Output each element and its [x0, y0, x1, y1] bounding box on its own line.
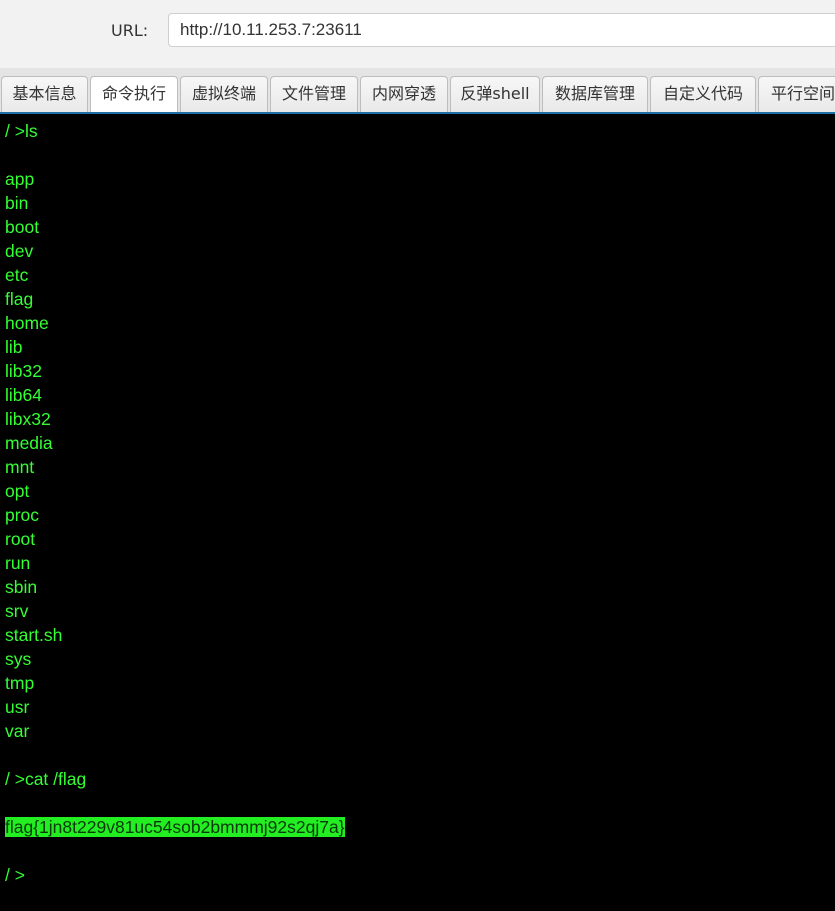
ls-entry: tmp — [5, 673, 35, 693]
tab-command-exec[interactable]: 命令执行 — [90, 76, 178, 112]
ls-entry: start.sh — [5, 625, 63, 645]
ls-entry: etc — [5, 265, 29, 285]
url-label: URL: — [111, 21, 149, 40]
tab-intranet-tunnel[interactable]: 内网穿透 — [360, 76, 448, 112]
ls-entry: run — [5, 553, 31, 573]
ls-entry: mnt — [5, 457, 35, 477]
ls-entry: libx32 — [5, 409, 51, 429]
ls-entry: dev — [5, 241, 34, 261]
ls-entry: bin — [5, 193, 29, 213]
flag-output[interactable]: flag{1jn8t229v81uc54sob2bmmmj92s2qj7a} — [5, 817, 345, 837]
terminal-prompt-cat: / >cat /flag — [5, 769, 87, 789]
flag-output-line: flag{1jn8t229v81uc54sob2bmmmj92s2qj7a} — [5, 815, 830, 839]
ls-entry: root — [5, 529, 36, 549]
ls-entry: usr — [5, 697, 30, 717]
ls-entry: media — [5, 433, 53, 453]
ls-entry: srv — [5, 601, 29, 621]
terminal-prompt-current[interactable]: / > — [5, 863, 830, 887]
ls-entry: sys — [5, 649, 32, 669]
ls-entry: home — [5, 313, 49, 333]
ls-entry: lib32 — [5, 361, 42, 381]
tab-basic-info[interactable]: 基本信息 — [1, 76, 88, 112]
tab-file-manager[interactable]: 文件管理 — [270, 76, 358, 112]
ls-entry: sbin — [5, 577, 38, 597]
url-input[interactable]: http://10.11.253.7:23611 — [168, 13, 835, 47]
ls-entry: flag — [5, 289, 34, 309]
ls-entry: boot — [5, 217, 40, 237]
tab-virtual-terminal[interactable]: 虚拟终端 — [180, 76, 268, 112]
tab-bar: 基本信息 命令执行 虚拟终端 文件管理 内网穿透 反弹shell 数据库管理 自… — [0, 68, 835, 114]
tab-reverse-shell[interactable]: 反弹shell — [450, 76, 540, 112]
tab-database-manager[interactable]: 数据库管理 — [542, 76, 648, 112]
ls-entry: opt — [5, 481, 30, 501]
ls-entry: lib64 — [5, 385, 42, 405]
url-toolbar: URL: http://10.11.253.7:23611 — [0, 0, 835, 68]
tab-parallel-space[interactable]: 平行空间 — [758, 76, 835, 112]
ls-entry: var — [5, 721, 30, 741]
tab-custom-code[interactable]: 自定义代码 — [650, 76, 756, 112]
terminal-output[interactable]: / >ls app bin boot dev etc flag home lib… — [0, 114, 835, 911]
ls-entry: proc — [5, 505, 40, 525]
ls-entry: lib — [5, 337, 23, 357]
ls-entry: app — [5, 169, 35, 189]
terminal-prompt-ls: / >ls — [5, 121, 38, 141]
